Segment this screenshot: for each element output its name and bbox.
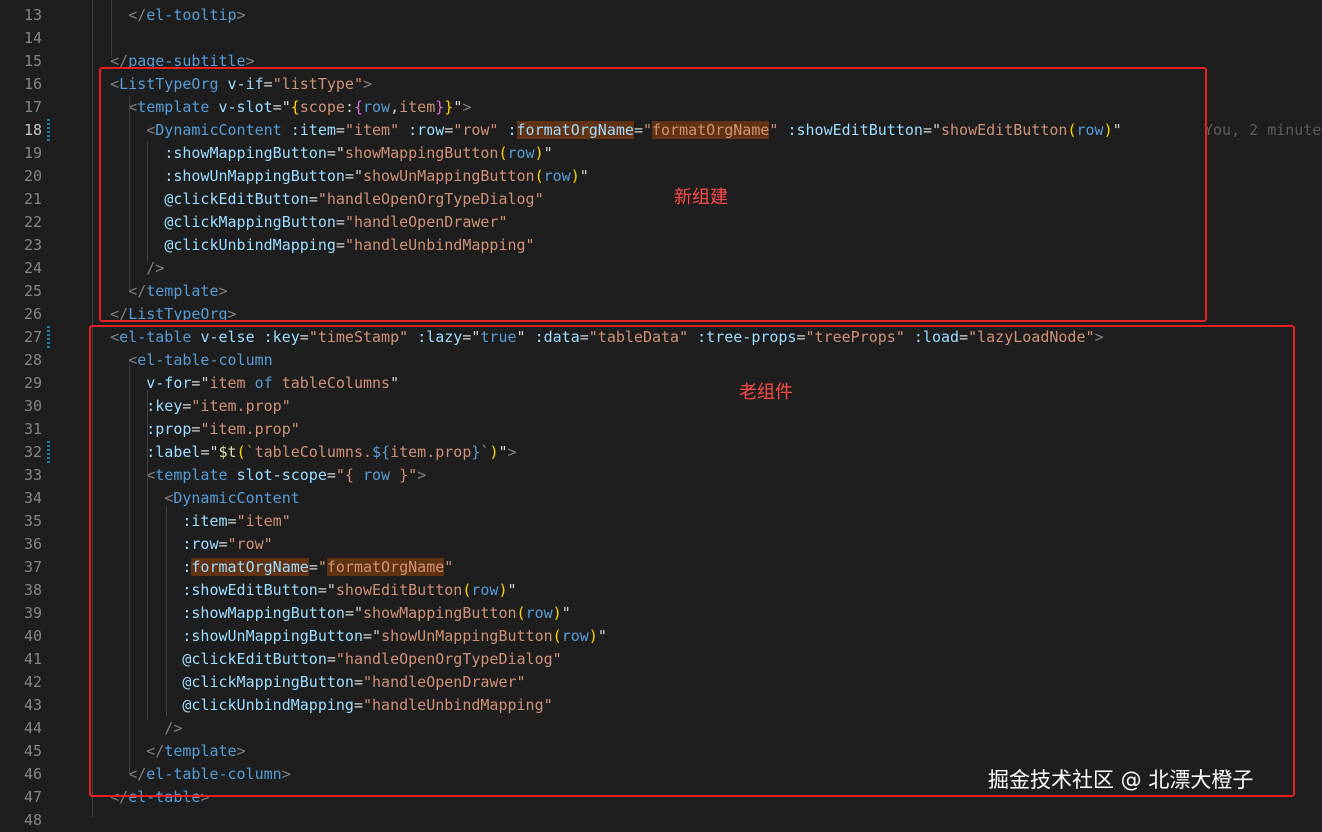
indent-guide: [111, 0, 112, 58]
line-number: 31: [23, 420, 42, 438]
line-number: 21: [23, 190, 42, 208]
line-number: 36: [23, 535, 42, 553]
old-component-label: 老组件: [739, 382, 793, 403]
line-number: 20: [23, 167, 42, 185]
line-number: 42: [23, 673, 42, 691]
line-number: 16: [23, 75, 42, 93]
watermark: 掘金技术社区 @ 北漂大橙子: [988, 768, 1254, 792]
line-number: 41: [23, 650, 42, 668]
line-number: 38: [23, 581, 42, 599]
line-number: 44: [23, 719, 42, 737]
line-number: 39: [23, 604, 42, 622]
line-number: 25: [23, 282, 42, 300]
new-component-highlight-box: [99, 67, 1207, 322]
line-number: 29: [23, 374, 42, 392]
line-number: 23: [23, 236, 42, 254]
line-number: 35: [23, 512, 42, 530]
line-number: 19: [23, 144, 42, 162]
line-number: 17: [23, 98, 42, 116]
line-number: 27: [23, 328, 42, 346]
line-number: 18: [23, 121, 42, 139]
code-line[interactable]: 48: [0, 809, 1322, 832]
old-component-highlight-box: [89, 325, 1295, 797]
new-component-label: 新组建: [674, 187, 728, 208]
line-number: 22: [23, 213, 42, 231]
line-number: 28: [23, 351, 42, 369]
code-line[interactable]: 13 </el-tooltip>: [0, 4, 1322, 27]
code-text: </el-tooltip>: [128, 6, 246, 24]
line-number: 37: [23, 558, 42, 576]
line-number: 13: [23, 6, 42, 24]
modified-line-indicator: [47, 119, 50, 142]
line-number: 30: [23, 397, 42, 415]
line-number: 40: [23, 627, 42, 645]
line-number: 33: [23, 466, 42, 484]
line-number: 14: [23, 29, 42, 47]
git-blame-annotation: You, 2 minute: [1204, 121, 1322, 139]
line-number: 45: [23, 742, 42, 760]
modified-line-indicator: [47, 326, 50, 349]
line-number: 24: [23, 259, 42, 277]
line-number: 48: [23, 811, 42, 829]
line-number: 46: [23, 765, 42, 783]
modified-line-indicator: [47, 441, 50, 464]
line-number: 32: [23, 443, 42, 461]
line-number: 34: [23, 489, 42, 507]
line-number: 43: [23, 696, 42, 714]
line-number: 15: [23, 52, 42, 70]
line-number: 47: [23, 788, 42, 806]
code-line[interactable]: 14: [0, 27, 1322, 50]
line-number: 26: [23, 305, 42, 323]
